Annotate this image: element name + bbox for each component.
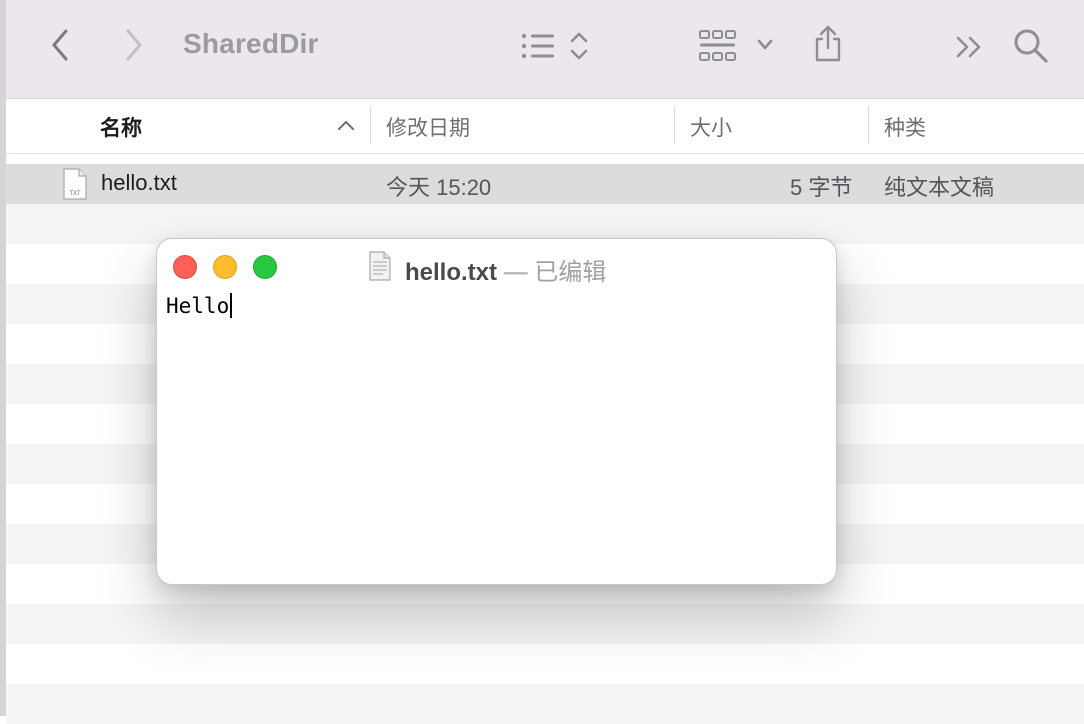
column-divider[interactable] xyxy=(868,106,869,144)
search-icon[interactable] xyxy=(1012,27,1050,65)
text-file-icon: TXT xyxy=(63,168,87,200)
textedit-window: hello.txt — 已编辑 Hello xyxy=(156,238,837,585)
document-icon[interactable] xyxy=(368,251,392,281)
editor-filename: hello.txt xyxy=(405,259,498,286)
column-divider[interactable] xyxy=(674,106,675,144)
empty-row xyxy=(6,684,1084,724)
empty-row xyxy=(6,604,1084,644)
edited-status: 已编辑 xyxy=(534,259,607,286)
text-editor-area[interactable]: Hello xyxy=(166,293,826,573)
column-divider[interactable] xyxy=(370,106,371,144)
zoom-button[interactable] xyxy=(253,255,277,279)
column-header: 名称 修改日期 大小 种类 xyxy=(6,99,1084,154)
file-name: hello.txt xyxy=(101,170,177,195)
file-size: 5 字节 xyxy=(790,175,853,200)
share-icon[interactable] xyxy=(812,23,844,63)
close-button[interactable] xyxy=(173,255,197,279)
more-chevrons-icon[interactable] xyxy=(954,35,986,59)
file-kind: 纯文本文稿 xyxy=(884,175,995,200)
text-caret xyxy=(230,293,233,318)
column-header-name[interactable]: 名称 xyxy=(100,112,142,142)
chevron-left-icon[interactable] xyxy=(48,28,74,62)
empty-row xyxy=(6,644,1084,684)
editor-title-separator: — xyxy=(503,259,528,286)
minimize-button[interactable] xyxy=(213,255,237,279)
sort-ascending-icon[interactable] xyxy=(337,119,355,131)
chevron-down-icon[interactable] xyxy=(756,38,774,52)
file-type-label: TXT xyxy=(69,191,81,197)
sort-updown-icon[interactable] xyxy=(568,30,590,62)
column-header-size[interactable]: 大小 xyxy=(690,112,732,142)
column-header-modified[interactable]: 修改日期 xyxy=(386,112,470,142)
document-text: Hello xyxy=(166,294,230,318)
grid-view-icon[interactable] xyxy=(698,29,738,63)
editor-titlebar[interactable]: hello.txt — 已编辑 xyxy=(157,239,836,291)
window-title: SharedDir xyxy=(183,28,319,59)
finder-toolbar: SharedDir xyxy=(6,0,1084,99)
file-row-hello[interactable]: TXT hello.txt 今天 15:20 5 字节 纯文本文稿 xyxy=(6,164,1084,204)
column-header-kind[interactable]: 种类 xyxy=(884,112,926,142)
chevron-right-icon[interactable] xyxy=(120,28,146,62)
list-view-icon[interactable] xyxy=(520,31,556,61)
editor-title: hello.txt — 已编辑 xyxy=(405,252,606,287)
file-modified: 今天 15:20 xyxy=(386,175,492,200)
